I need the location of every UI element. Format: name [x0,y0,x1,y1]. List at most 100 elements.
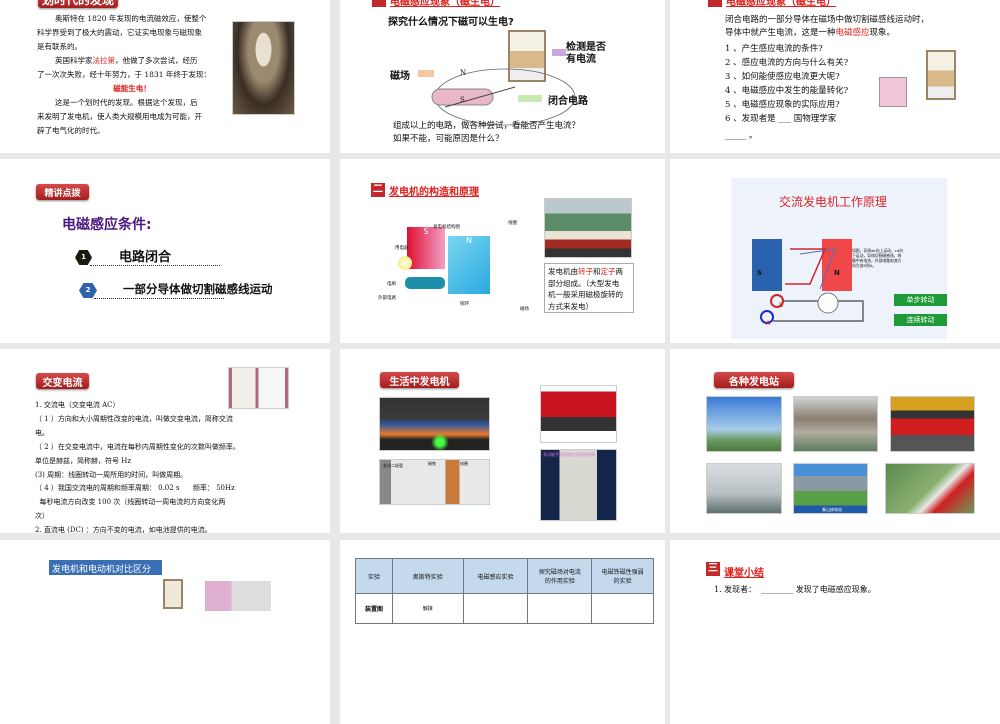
wind-turbine-photo [885,463,975,514]
table-header: 探究磁场对电流的作用实验 [527,558,593,594]
pole-s-label: S [460,96,465,104]
table-cell: 装置图 [355,593,393,624]
slide-text: 闭合电路的一部分导体在磁场中做切割磁感线运动时， [725,15,930,25]
diagram-label: 发光二极管 [383,463,403,468]
diagram-label: 磁场 [520,307,529,312]
list-item: _____ 。 [725,131,758,141]
bulb-icon [398,256,412,270]
slide-title: 电磁感应现象（磁生电） [390,0,500,8]
coil-circuit-diagram [760,248,864,324]
question-list: 1 、产生感应电流的条件? 2 、感应电流的方向与什么有关? 3 、如何能使感应… [725,42,848,143]
slide-thumbnail-12[interactable]: 三 课堂小结 1. 发现者： ________ 发现了电磁感应现象。 [670,540,1000,724]
slide-thumbnail-5[interactable]: 二 发电机的构造和原理 S N 发电机结构图 线圈 用电器 电刷 外部电路 铜环… [340,159,665,343]
table-cell [527,593,593,624]
list-item: 5 、电磁感应现象的实际应用? [725,100,840,110]
text-line: 这是一个划时代的发现。根据这个发现，后 [55,98,198,107]
arrow-right-icon [552,49,566,56]
photo-caption: 秦山核电站 [822,507,842,512]
panel-title: 交流发电机工作原理 [779,195,888,209]
text-line: 科学界受到了极大的震动，它证实电现象与磁现象 [37,28,202,37]
motor-diagram-image [205,581,271,611]
text-line: 来发明了发电机，使人类大规模用电成为可能，开 [37,112,202,121]
circuit-label: 闭合电路 [548,96,588,107]
diagram-label: 铜环 [460,302,469,307]
continuous-rotate-button[interactable]: 连续转动 [894,314,947,326]
arrow-right-icon [518,95,542,102]
text-line: 是有联系的。 [37,42,82,51]
text-line: 英国科学家法拉第，他做了多次尝试，经历 [55,56,198,65]
slide-badge: 交变电流 [36,373,89,389]
nuclear-plant-photo: 秦山核电站 [793,463,868,514]
diagram-label: 用电器 [395,246,409,251]
slide-text: 导体中就产生电流，这是一种电磁感应现象。 [725,28,896,38]
slide-badge: 精讲点拨 [36,184,89,200]
text-line: 辟了电气化的时代。 [37,126,105,135]
ac-text: 1. 交流电（交变电流 AC）（ 1 ）方向和大小周期性改变的电流，叫做交变电流… [35,401,240,533]
slide-title-badge: 划时代的发现 [38,0,118,8]
slide-text: 奥斯特在 1820 年发现的电流磁效应，使整个 科学界受到了极大的震动，它证实电… [37,12,227,138]
question-text: 组成以上的电路，做各种尝试，看能否产生电流？ [393,121,581,131]
section-icon: 三 [706,562,720,576]
table-cell: 触接 [391,593,464,624]
galvanometer-image [163,579,183,609]
slide-thumbnail-7[interactable]: 交变电流 1. 交流电（交变电流 AC）（ 1 ）方向和大小周期性改变的电流，叫… [0,349,330,533]
field-label: 磁场 [390,71,410,82]
slide-badge: 各种发电站 [714,372,794,388]
slide-thumbnail-1[interactable]: 划时代的发现 奥斯特在 1820 年发现的电流磁效应，使整个 科学界受到了极大的… [0,0,330,153]
slide-thumbnail-9[interactable]: 各种发电站 秦山核电站 [670,349,1000,533]
list-item: 1 、产生感应电流的条件? [725,44,823,54]
slide-thumbnail-2[interactable]: 电磁感应现象（磁生电） 探究什么情况下磁可以生电? N S 检测是否 有电流 磁场… [340,0,665,153]
diagram-label: 外部电路 [378,296,396,301]
condition-item: 一部分导体做切割磁感线运动 [123,282,273,296]
section-icon [708,0,722,7]
hydro-dam-photo [793,396,878,452]
arrow-left-icon [418,70,434,77]
light-up-shoes-photo [379,397,490,451]
apparatus-image [879,77,907,107]
hand-crank-generator-photo: 多功能手摇发电应急照明电源 [540,449,617,521]
slide-heading: 电磁感应条件: [62,217,152,233]
condition-item: 电路闭合 [119,250,172,265]
thermal-plant-photo [706,396,782,452]
table-cell [591,593,654,624]
question-text: 如果不能，可能原因是什么？ [393,134,504,144]
slide-thumbnail-6[interactable]: 交流发电机工作原理 S N B A 如图，导线ab向上运动，cd向 下运动，导线切… [670,159,1000,343]
magnet-s: S [407,227,445,269]
slide-thumbnail-4[interactable]: 精讲点拨 电磁感应条件: 1 电路闭合 2 一部分导体做切割磁感线运动 [0,159,330,343]
list-item: 2 、感应电流的方向与什么有关? [725,58,849,68]
info-box: 发电机由转子和定子两 部分组成。（大型发电 机一般采用磁极旋转的 方式来发电） [544,263,634,313]
slide-title: 课堂小结 [724,568,764,579]
generator-photo [544,198,632,258]
slide-thumbnail-3[interactable]: 电磁感应现象（磁生电） 闭合电路的一部分导体在磁场中做切割磁感线运动时， 导体中… [670,0,1000,153]
dotted-divider [90,265,220,266]
hexagon-2-icon: 2 [79,283,97,298]
slide-title: 发电机的构造和原理 [389,187,479,198]
slip-ring [405,277,445,289]
diagram-label: 电刷 [387,282,396,287]
section-icon: 二 [371,183,385,197]
table-header: 实验 [355,558,393,594]
magnet-n: N [448,236,490,294]
galvanometer-image [926,50,956,100]
dotted-divider [94,298,224,299]
slide-thumbnail-8[interactable]: 生活中发电机 发光二极管 磁铁 线圈 多功能手摇发电应急照明电源 [340,349,665,533]
step-rotate-button[interactable]: 单步转动 [894,294,947,306]
terminal-a-label: A [766,320,771,327]
slide-label: 发电机和电动机对比区分 [49,560,162,575]
diagram-label: 线圈 [460,461,468,466]
faraday-portrait [232,21,295,115]
diagram-label: 线圈 [508,221,517,226]
wind-farm-photo [706,463,782,514]
list-item: 3 、如何能使感应电流更大呢? [725,72,840,82]
flashlight-photo: 发光二极管 磁铁 线圈 [379,459,490,505]
highlight-text: 磁能生电！ [113,84,151,93]
summary-text: 1. 发现者： ________ 发现了电磁感应现象。 [714,585,876,594]
text-line: 奥斯特在 1820 年发现的电流磁效应，使整个 [55,14,207,23]
poster-title: 多功能手摇发电应急照明电源 [543,452,595,457]
diagram-label: 磁铁 [428,461,436,466]
slide-thumbnail-10[interactable]: 发电机和电动机对比区分 [0,540,330,724]
table-header: 电磁铁磁性强弱的实验 [591,558,654,594]
text-line: 了一次次失败，经十年努力，于 1831 年终于发现： [37,70,211,79]
slide-thumbnail-11[interactable]: 实验 奥斯特实验 电磁感应实验 探究磁场对电流的作用实验 电磁铁磁性强弱的实验 … [340,540,665,724]
table-cell [462,593,529,624]
